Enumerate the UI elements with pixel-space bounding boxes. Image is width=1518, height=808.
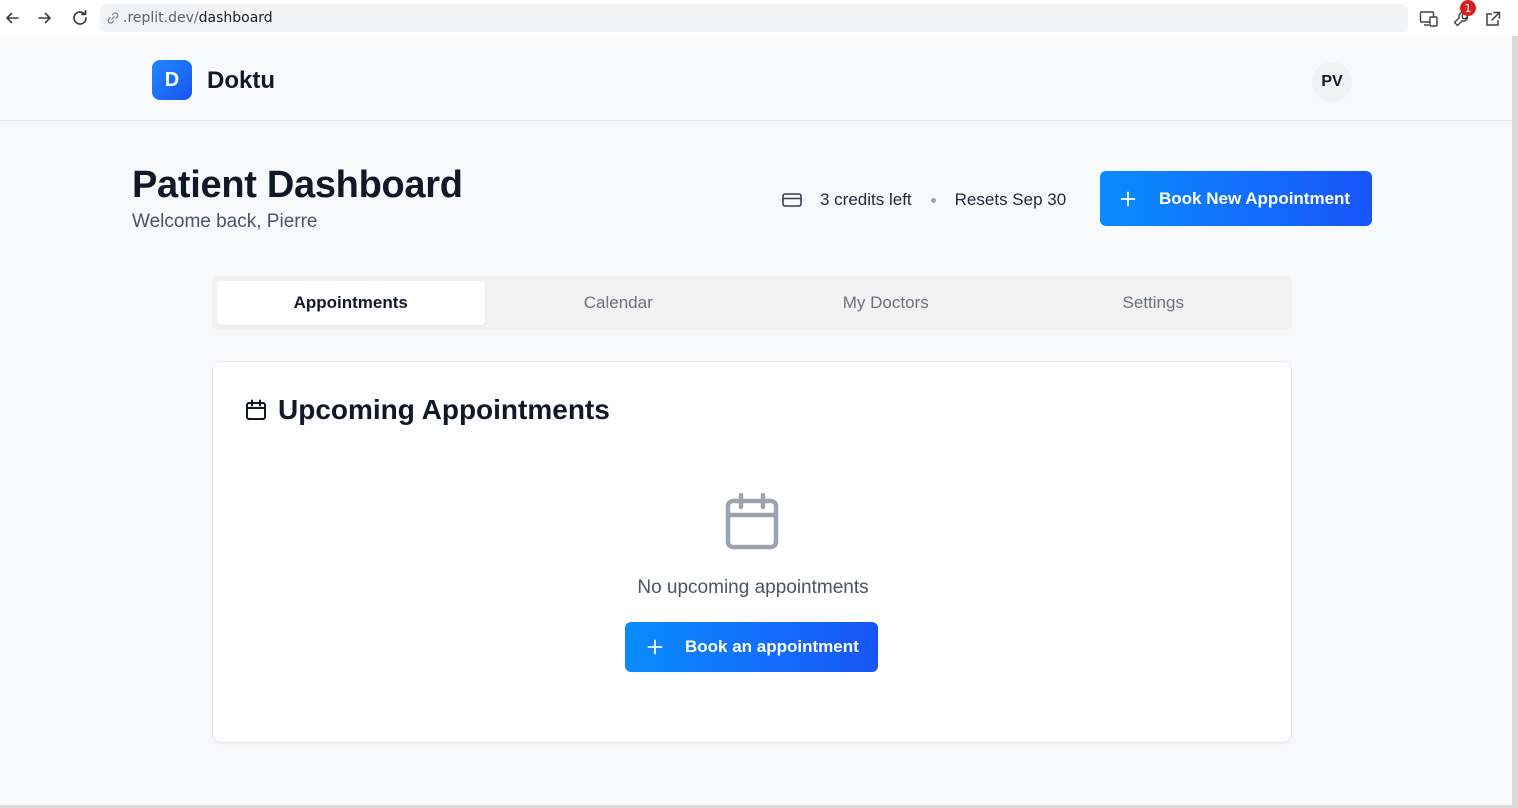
link-icon [106, 11, 120, 25]
url-host: .replit.dev/ [123, 10, 199, 26]
credits-left: 3 credits left [820, 190, 912, 209]
tab-appointments[interactable]: Appointments [217, 281, 485, 325]
url-path: dashboard [198, 10, 273, 26]
app-header: D Doktu PV [0, 36, 1512, 121]
avatar[interactable]: PV [1312, 62, 1352, 102]
welcome-text: Welcome back, Pierre [132, 211, 318, 232]
empty-state-text: No upcoming appointments [637, 577, 869, 598]
reload-icon[interactable] [69, 7, 91, 29]
calendar-icon [724, 493, 780, 551]
brand-name[interactable]: Doktu [207, 67, 275, 95]
plus-icon [647, 639, 663, 655]
credits-info: 3 credits left Resets Sep 30 [782, 188, 1066, 212]
book-appointment-label: Book an appointment [685, 637, 859, 656]
extension-badge: 1 [1460, 0, 1476, 16]
window-border [1512, 36, 1518, 808]
credit-card-icon [782, 192, 802, 208]
forward-icon[interactable] [34, 7, 56, 29]
plus-icon [1120, 191, 1136, 207]
tab-my-doctors[interactable]: My Doctors [752, 281, 1020, 325]
cast-icon[interactable] [1418, 8, 1440, 30]
browser-toolbar: .replit.dev/dashboard 1 [0, 0, 1518, 36]
address-bar[interactable]: .replit.dev/dashboard [100, 4, 1408, 32]
separator-dot [930, 197, 936, 203]
card-header: Upcoming Appointments [245, 394, 610, 426]
book-new-appointment-button[interactable]: Book New Appointment [1100, 171, 1372, 226]
card-title: Upcoming Appointments [278, 394, 610, 425]
logo[interactable]: D [152, 60, 192, 100]
tab-settings[interactable]: Settings [1020, 281, 1288, 325]
dashboard-tabs: Appointments Calendar My Doctors Setting… [212, 276, 1292, 330]
book-new-appointment-label: Book New Appointment [1159, 188, 1351, 208]
tab-calendar[interactable]: Calendar [485, 281, 753, 325]
back-icon[interactable] [1, 7, 23, 29]
external-link-icon[interactable] [1482, 8, 1504, 30]
book-appointment-button[interactable]: Book an appointment [625, 622, 878, 672]
page-title: Patient Dashboard [132, 164, 463, 206]
upcoming-appointments-card: Upcoming Appointments No upcoming appoin… [212, 361, 1292, 743]
calendar-icon [245, 399, 267, 421]
wrench-icon[interactable]: 1 [1450, 0, 1476, 30]
credits-reset: Resets Sep 30 [954, 190, 1067, 209]
